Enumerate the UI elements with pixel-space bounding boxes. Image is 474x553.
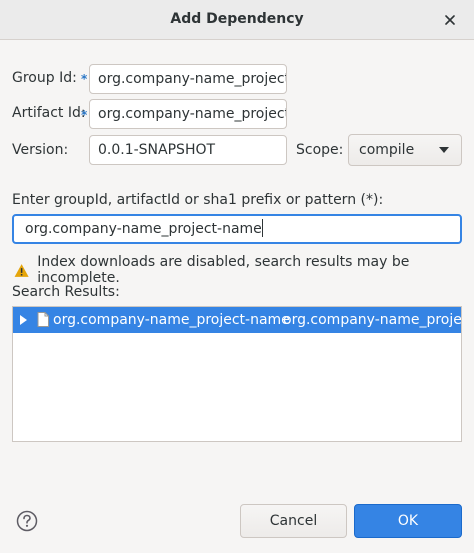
group-id-field[interactable]: org.company-name_project — [89, 64, 287, 94]
cancel-button[interactable]: Cancel — [240, 504, 347, 538]
search-input[interactable]: org.company-name_project-name — [12, 214, 462, 244]
scope-dropdown[interactable]: compile — [348, 134, 462, 166]
close-icon — [445, 15, 455, 25]
group-id-required-marker: * — [81, 72, 88, 86]
expander-triangle-icon[interactable] — [20, 315, 27, 325]
title-bar: Add Dependency — [0, 0, 474, 40]
help-icon — [16, 510, 38, 532]
file-icon — [37, 312, 49, 327]
result-row[interactable]: org.company-name_project-name org.compan… — [13, 307, 461, 333]
group-id-label: Group Id: — [12, 70, 77, 86]
version-label: Version: — [12, 142, 69, 158]
text-cursor — [261, 219, 263, 237]
warning-icon — [14, 263, 29, 277]
search-results-tree[interactable]: org.company-name_project-name org.compan… — [12, 306, 462, 442]
warning-text: Index downloads are disabled, search res… — [37, 254, 410, 286]
chevron-down-icon — [439, 147, 449, 153]
ok-button[interactable]: OK — [354, 504, 462, 538]
search-input-value: org.company-name_project-name — [25, 221, 262, 237]
scope-label: Scope: — [296, 142, 344, 158]
index-warning: Index downloads are disabled, search res… — [14, 254, 474, 286]
dialog-title: Add Dependency — [170, 11, 304, 27]
search-results-label: Search Results: — [12, 284, 120, 300]
search-prompt-label: Enter groupId, artifactId or sha1 prefix… — [12, 192, 384, 208]
close-button[interactable] — [438, 8, 462, 32]
artifact-id-field[interactable]: org.company-name_project — [89, 99, 287, 129]
artifact-id-required-marker: * — [81, 108, 88, 122]
help-button[interactable] — [16, 510, 38, 532]
artifact-id-label: Artifact Id: — [12, 105, 86, 121]
version-field[interactable]: 0.0.1-SNAPSHOT — [89, 135, 287, 165]
scope-dropdown-value: compile — [359, 142, 415, 158]
result-group-id: org.company-name_project-name — [53, 312, 290, 328]
result-artifact-id: org.company-name_project — [283, 312, 462, 328]
